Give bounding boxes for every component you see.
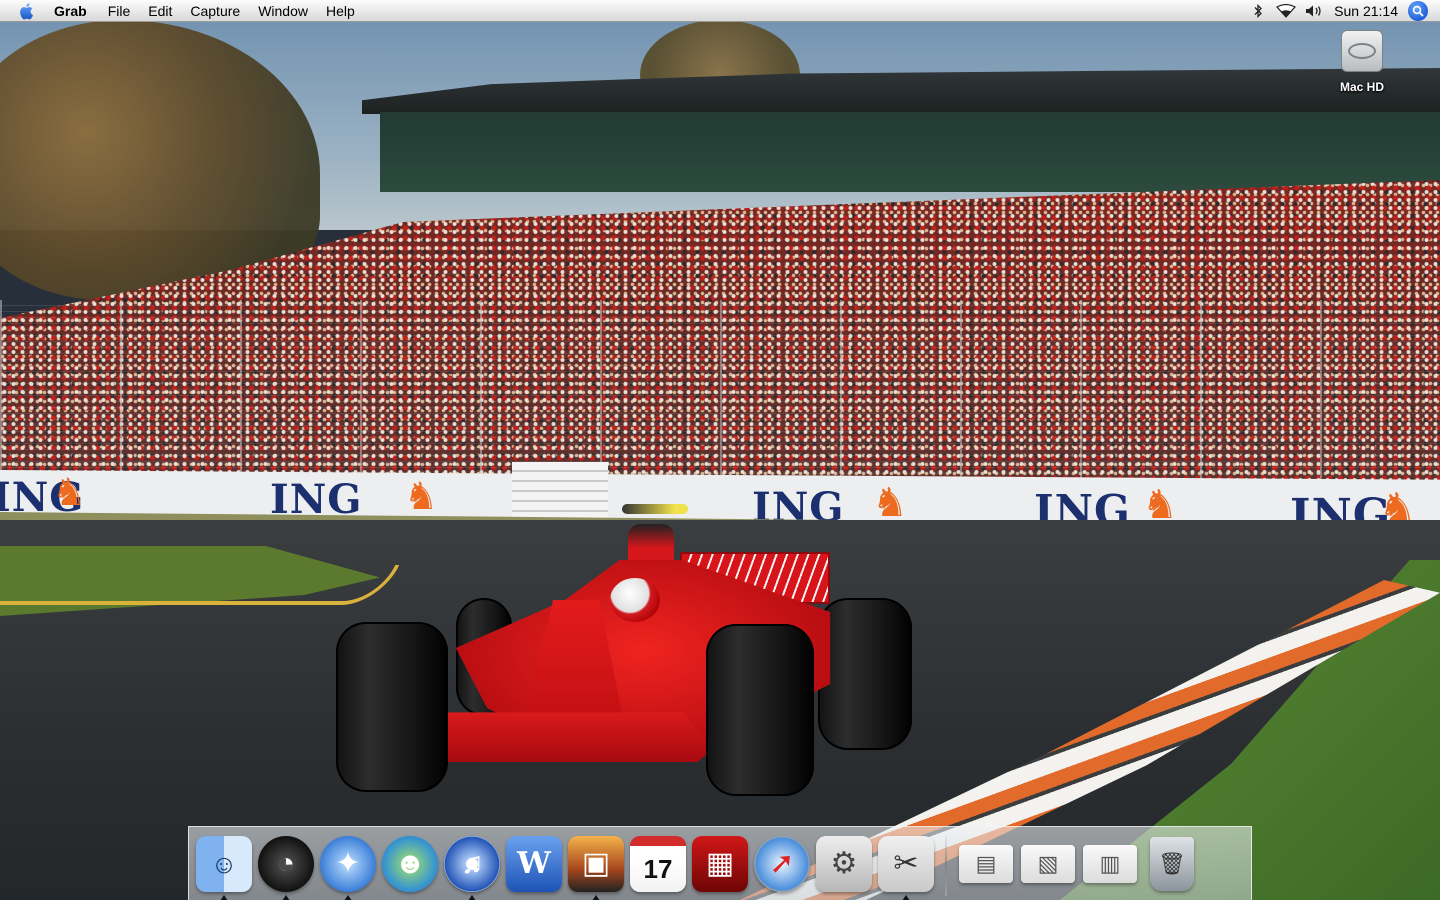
menu-extras: Sun 21:14 bbox=[1244, 0, 1440, 22]
dock-item-messenger[interactable]: ☻ bbox=[379, 833, 441, 895]
car-tyre bbox=[818, 598, 912, 750]
car-tyre bbox=[706, 624, 814, 796]
ing-lion-logo: ♞ bbox=[404, 476, 439, 518]
running-indicator bbox=[902, 894, 910, 900]
trash-icon: 🗑 bbox=[1150, 836, 1194, 891]
dock-item-minimized-window[interactable]: ▧ bbox=[1017, 833, 1079, 895]
apple-menu[interactable] bbox=[0, 0, 54, 22]
app-menu-grab[interactable]: Grab bbox=[54, 0, 99, 22]
system-preferences-icon: ⚙ bbox=[816, 835, 872, 892]
menubar-clock[interactable]: Sun 21:14 bbox=[1328, 3, 1408, 19]
catch-fence bbox=[0, 300, 1440, 480]
driver-helmet bbox=[610, 578, 660, 622]
volume-icon[interactable] bbox=[1300, 0, 1328, 22]
running-indicator bbox=[344, 894, 352, 900]
barrier-gap bbox=[512, 462, 608, 522]
running-indicator bbox=[220, 894, 228, 900]
dock-separator bbox=[945, 831, 947, 896]
apple-logo-icon bbox=[20, 2, 33, 19]
menu-file[interactable]: File bbox=[99, 0, 140, 22]
ing-lion-logo: ♞ bbox=[52, 472, 87, 514]
grab-scissors-icon: ✂ bbox=[878, 835, 934, 892]
wifi-icon[interactable] bbox=[1272, 0, 1300, 22]
dock-item-minimized-window[interactable]: ▥ bbox=[1079, 833, 1141, 895]
dock-item-network-browser[interactable]: ✦ bbox=[317, 833, 379, 900]
dock-item-dashboard[interactable]: ◔ bbox=[255, 833, 317, 900]
compass-icon: ✦ bbox=[320, 835, 376, 892]
dock-item-ical[interactable]: 17 bbox=[627, 833, 689, 895]
iphoto-icon: ▣ bbox=[568, 835, 624, 892]
dock-item-grab[interactable]: ✂ bbox=[875, 833, 937, 900]
document-thumbnail-icon: ▧ bbox=[1021, 844, 1075, 883]
dock-item-itunes[interactable]: ♫ bbox=[441, 833, 503, 900]
dock-item-photo-booth[interactable]: ▦ bbox=[689, 833, 751, 895]
desktop-icon-mac-hd[interactable]: Mac HD bbox=[1326, 30, 1398, 94]
dock-item-safari[interactable]: ➚ bbox=[751, 833, 813, 895]
dashboard-icon: ◔ bbox=[258, 835, 314, 892]
car-camera-pod bbox=[622, 504, 688, 514]
bluetooth-icon[interactable] bbox=[1244, 0, 1272, 22]
grandstand bbox=[380, 112, 1440, 192]
document-thumbnail-icon: ▥ bbox=[1083, 844, 1137, 883]
menu-bar: Grab File Edit Capture Window Help Sun 2… bbox=[0, 0, 1440, 22]
dock-item-word[interactable]: W bbox=[503, 833, 565, 895]
hard-drive-icon bbox=[1341, 30, 1383, 72]
dock-item-iphoto[interactable]: ▣ bbox=[565, 833, 627, 900]
finder-icon: ☺ bbox=[196, 835, 252, 892]
dock-item-system-preferences[interactable]: ⚙ bbox=[813, 833, 875, 895]
running-indicator bbox=[468, 894, 476, 900]
word-icon: W bbox=[506, 835, 562, 892]
document-thumbnail-icon: ▤ bbox=[959, 844, 1013, 883]
desktop-wallpaper: ING ♞ ING ♞ ING ♞ ING ♞ ING ♞ bbox=[0, 0, 1440, 900]
itunes-icon: ♫ bbox=[444, 835, 500, 892]
running-indicator bbox=[592, 894, 600, 900]
safari-icon: ➚ bbox=[754, 835, 810, 892]
running-indicator bbox=[282, 894, 290, 900]
dock: ☺ ◔ ✦ ☻ ♫ W ▣ 17 ▦ ➚ ⚙ ✂ ▤ ▧ ▥ 🗑 bbox=[188, 826, 1252, 900]
track-line bbox=[0, 565, 400, 605]
spotlight-search-icon[interactable] bbox=[1408, 0, 1428, 21]
dock-item-trash[interactable]: 🗑 bbox=[1141, 833, 1203, 895]
menu-capture[interactable]: Capture bbox=[181, 0, 249, 22]
calendar-icon: 17 bbox=[630, 835, 686, 892]
menu-edit[interactable]: Edit bbox=[139, 0, 181, 22]
dock-item-minimized-window[interactable]: ▤ bbox=[955, 833, 1017, 895]
menu-window[interactable]: Window bbox=[249, 0, 317, 22]
photo-booth-icon: ▦ bbox=[692, 835, 748, 892]
car-tyre bbox=[336, 622, 448, 792]
menu-help[interactable]: Help bbox=[317, 0, 364, 22]
dock-item-finder[interactable]: ☺ bbox=[193, 833, 255, 900]
desktop-icon-label: Mac HD bbox=[1339, 80, 1384, 94]
messenger-icon: ☻ bbox=[382, 835, 438, 892]
